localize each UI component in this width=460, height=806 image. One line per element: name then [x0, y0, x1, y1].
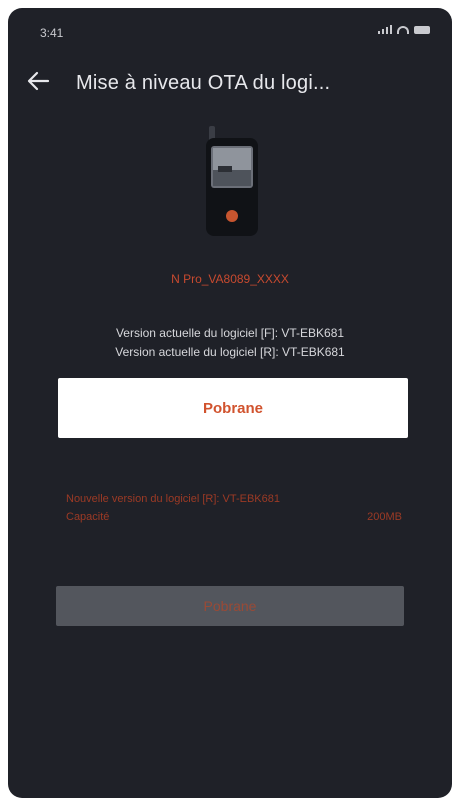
current-versions: Version actuelle du logiciel [F]: VT-EBK… — [8, 324, 452, 362]
new-version-info: Nouvelle version du logiciel [R]: VT-EBK… — [66, 490, 402, 526]
back-arrow-icon[interactable] — [24, 66, 54, 96]
phone-screen: 3:41 Mise à niveau OTA du logi... N Pro_… — [8, 8, 452, 798]
capacity-label: Capacité — [66, 511, 110, 523]
capacity-row: Capacité 200MB — [66, 508, 402, 526]
page-title: Mise à niveau OTA du logi... — [76, 72, 331, 94]
new-version-label: Nouvelle version du logiciel [R]: VT-EBK… — [66, 493, 280, 505]
current-version-front: Version actuelle du logiciel [F]: VT-EBK… — [115, 326, 345, 340]
wifi-icon — [397, 26, 409, 34]
app-header: Mise à niveau OTA du logi... — [8, 60, 452, 104]
device-name: N Pro_VA8089_XXXX — [171, 272, 289, 286]
status-bar: 3:41 — [8, 8, 452, 48]
dashcam-device-image — [206, 126, 258, 236]
capacity-value: 200MB — [367, 511, 402, 523]
status-time: 3:41 — [40, 26, 64, 40]
new-version-row: Nouvelle version du logiciel [R]: VT-EBK… — [66, 490, 402, 508]
status-icons — [378, 25, 430, 34]
signal-icon — [378, 25, 392, 34]
current-version-rear: Version actuelle du logiciel [R]: VT-EBK… — [115, 345, 345, 359]
battery-icon — [414, 26, 430, 34]
download-new-version-button[interactable]: Pobrane — [56, 586, 404, 626]
download-button[interactable]: Pobrane — [58, 378, 408, 438]
